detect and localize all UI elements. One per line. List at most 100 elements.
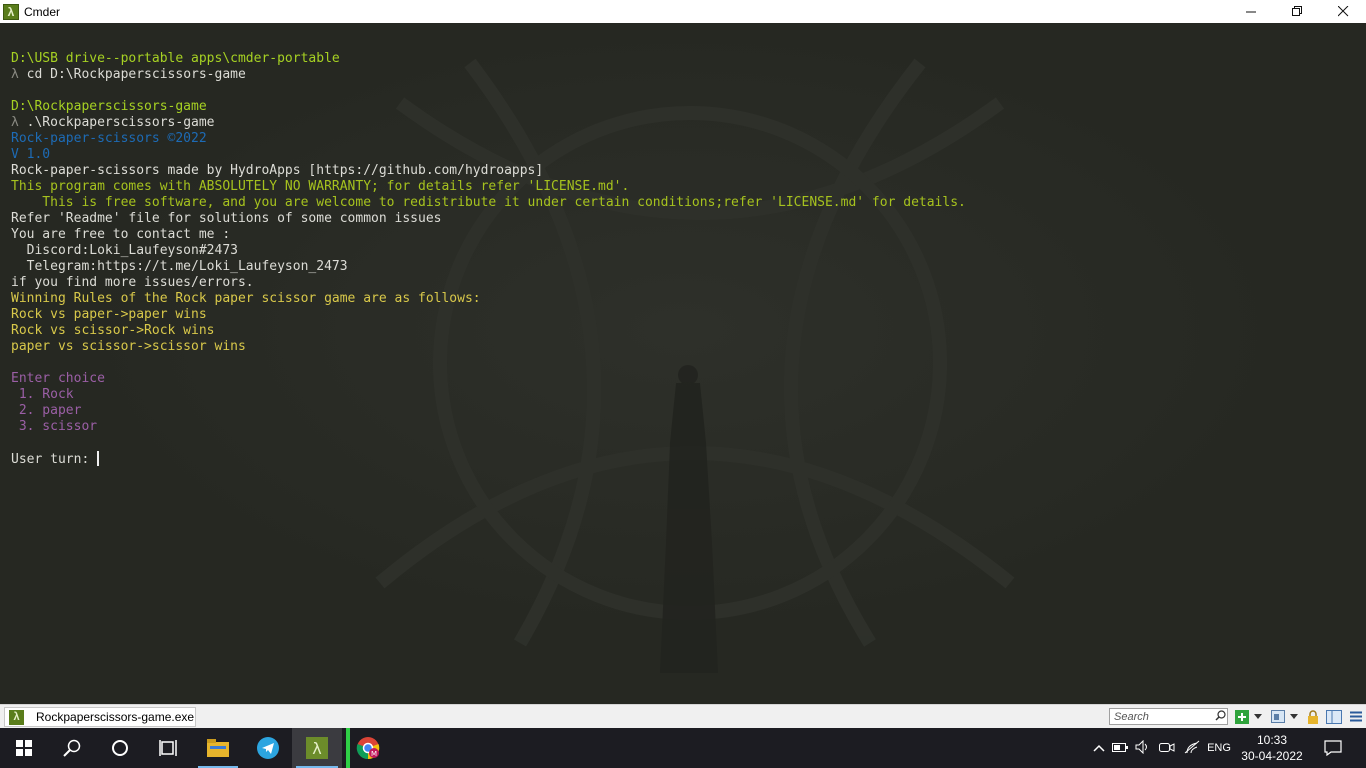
window-titlebar[interactable]: λ Cmder [0,0,1366,23]
console-line: 2. paper [11,403,966,419]
window-controls [1228,0,1366,23]
svg-text:λ: λ [312,739,321,758]
console-text: This program comes with ABSOLUTELY NO WA… [11,179,630,194]
task-view-button[interactable] [144,728,192,768]
meet-now-button[interactable] [1154,741,1180,756]
telegram-icon [257,737,279,759]
cmder-lambda-icon: λ [306,737,328,759]
console-line: Rock-paper-scissors ©2022 [11,131,966,147]
file-explorer-button[interactable] [194,728,242,768]
new-console-dropdown[interactable] [1253,708,1263,725]
settings-menu-button[interactable] [1348,708,1364,725]
cortana-button[interactable] [96,728,144,768]
console-line: 1. Rock [11,387,966,403]
windows-logo-icon [16,740,32,756]
console-line: Rock-paper-scissors made by HydroApps [h… [11,163,966,179]
search-taskbar-button[interactable] [48,728,96,768]
console-line: D:\Rockpaperscissors-game [11,99,966,115]
console-line: λ cd D:\Rockpaperscissors-game [11,67,966,83]
start-button[interactable] [0,728,48,768]
chevron-down-icon [1254,713,1262,719]
console-line: This is free software, and you are welco… [11,195,966,211]
console-text: .\Rockpaperscissors-game [18,115,215,130]
chevron-up-icon [1093,744,1105,752]
console-line: D:\USB drive--portable apps\cmder-portab… [11,51,966,67]
console-line: Discord:Loki_Laufeyson#2473 [11,243,966,259]
console-line: paper vs scissor->scissor wins [11,339,966,355]
language-indicator[interactable]: ENG [1204,742,1234,754]
console-text: Rock-paper-scissors made by HydroApps [h… [11,163,544,178]
restore-icon [1291,6,1302,16]
search-icon [1215,709,1226,724]
telegram-button[interactable] [244,728,292,768]
console-text: Enter choice [11,371,105,386]
console-text: Discord:Loki_Laufeyson#2473 [11,243,238,258]
console-text: Rock vs scissor->Rock wins [11,323,215,338]
console-menu-dropdown[interactable] [1289,708,1299,725]
console-text: Winning Rules of the Rock paper scissor … [11,291,481,306]
window-title: Cmder [24,4,61,19]
chevron-down-icon [1290,713,1298,719]
console-output: D:\USB drive--portable apps\cmder-portab… [11,51,966,467]
notification-icon [1324,740,1342,756]
wifi-icon [1184,740,1200,753]
lock-icon [1308,709,1318,724]
console-area[interactable]: D:\USB drive--portable apps\cmder-portab… [0,23,1366,704]
console-line: Rock vs paper->paper wins [11,307,966,323]
battery-button[interactable] [1108,741,1132,755]
console-line: Rock vs scissor->Rock wins [11,323,966,339]
new-console-button[interactable] [1234,708,1250,725]
console-tab[interactable]: λ Rockpaperscissors-game.exe [4,707,196,727]
cmder-tabbar: λ Rockpaperscissors-game.exe [0,704,1366,728]
clock-date: 30-04-2022 [1241,749,1303,763]
prompt-lambda: λ [11,67,19,82]
tray-overflow-button[interactable] [1090,741,1108,755]
camera-icon [1159,742,1175,752]
hamburger-icon [1350,711,1362,722]
window-list-icon [1271,710,1285,723]
cmder-lambda-icon: λ [9,709,24,725]
console-text: 1. Rock [11,387,74,402]
split-view-button[interactable] [1325,708,1343,725]
console-text: paper vs scissor->scissor wins [11,339,246,354]
plus-icon [1235,709,1249,724]
console-text: Refer 'Readme' file for solutions of som… [11,211,442,226]
cmder-taskbar-button[interactable]: λ [292,728,342,768]
console-line: Refer 'Readme' file for solutions of som… [11,211,966,227]
console-text: This is free software, and you are welco… [11,195,966,210]
console-text: You are free to contact me : [11,227,231,242]
console-text: V 1.0 [11,147,51,162]
console-line: This program comes with ABSOLUTELY NO WA… [11,179,966,195]
search-icon [63,739,81,757]
console-menu-button[interactable] [1270,708,1286,725]
windows-taskbar: λ M ENG 10:33 30-04-2022 [0,728,1366,768]
console-line: Enter choice [11,371,966,387]
task-view-icon [159,740,177,756]
search-box[interactable] [1109,708,1228,725]
clock[interactable]: 10:33 30-04-2022 [1232,732,1312,764]
action-center-button[interactable] [1310,728,1356,768]
close-button[interactable] [1320,0,1366,23]
split-view-icon [1326,709,1342,724]
minimize-button[interactable] [1228,0,1274,23]
lock-button[interactable] [1305,708,1321,725]
console-text: Telegram:https://t.me/Loki_Laufeyson_247… [11,259,348,274]
prompt-lambda: λ [11,115,19,130]
network-button[interactable] [1180,740,1204,757]
chrome-button[interactable]: M [344,728,392,768]
volume-button[interactable] [1132,739,1154,757]
console-line: λ .\Rockpaperscissors-game [11,115,966,131]
search-input[interactable] [1110,710,1214,723]
console-line: You are free to contact me : [11,227,966,243]
chrome-icon: M [356,737,380,760]
console-line: V 1.0 [11,147,966,163]
restore-button[interactable] [1274,0,1320,23]
console-line: if you find more issues/errors. [11,275,966,291]
console-text: Rock vs paper->paper wins [11,307,207,322]
running-indicator [346,728,350,768]
console-text: Rock-paper-scissors ©2022 [11,131,207,146]
cmder-lambda-icon: λ [3,3,19,20]
